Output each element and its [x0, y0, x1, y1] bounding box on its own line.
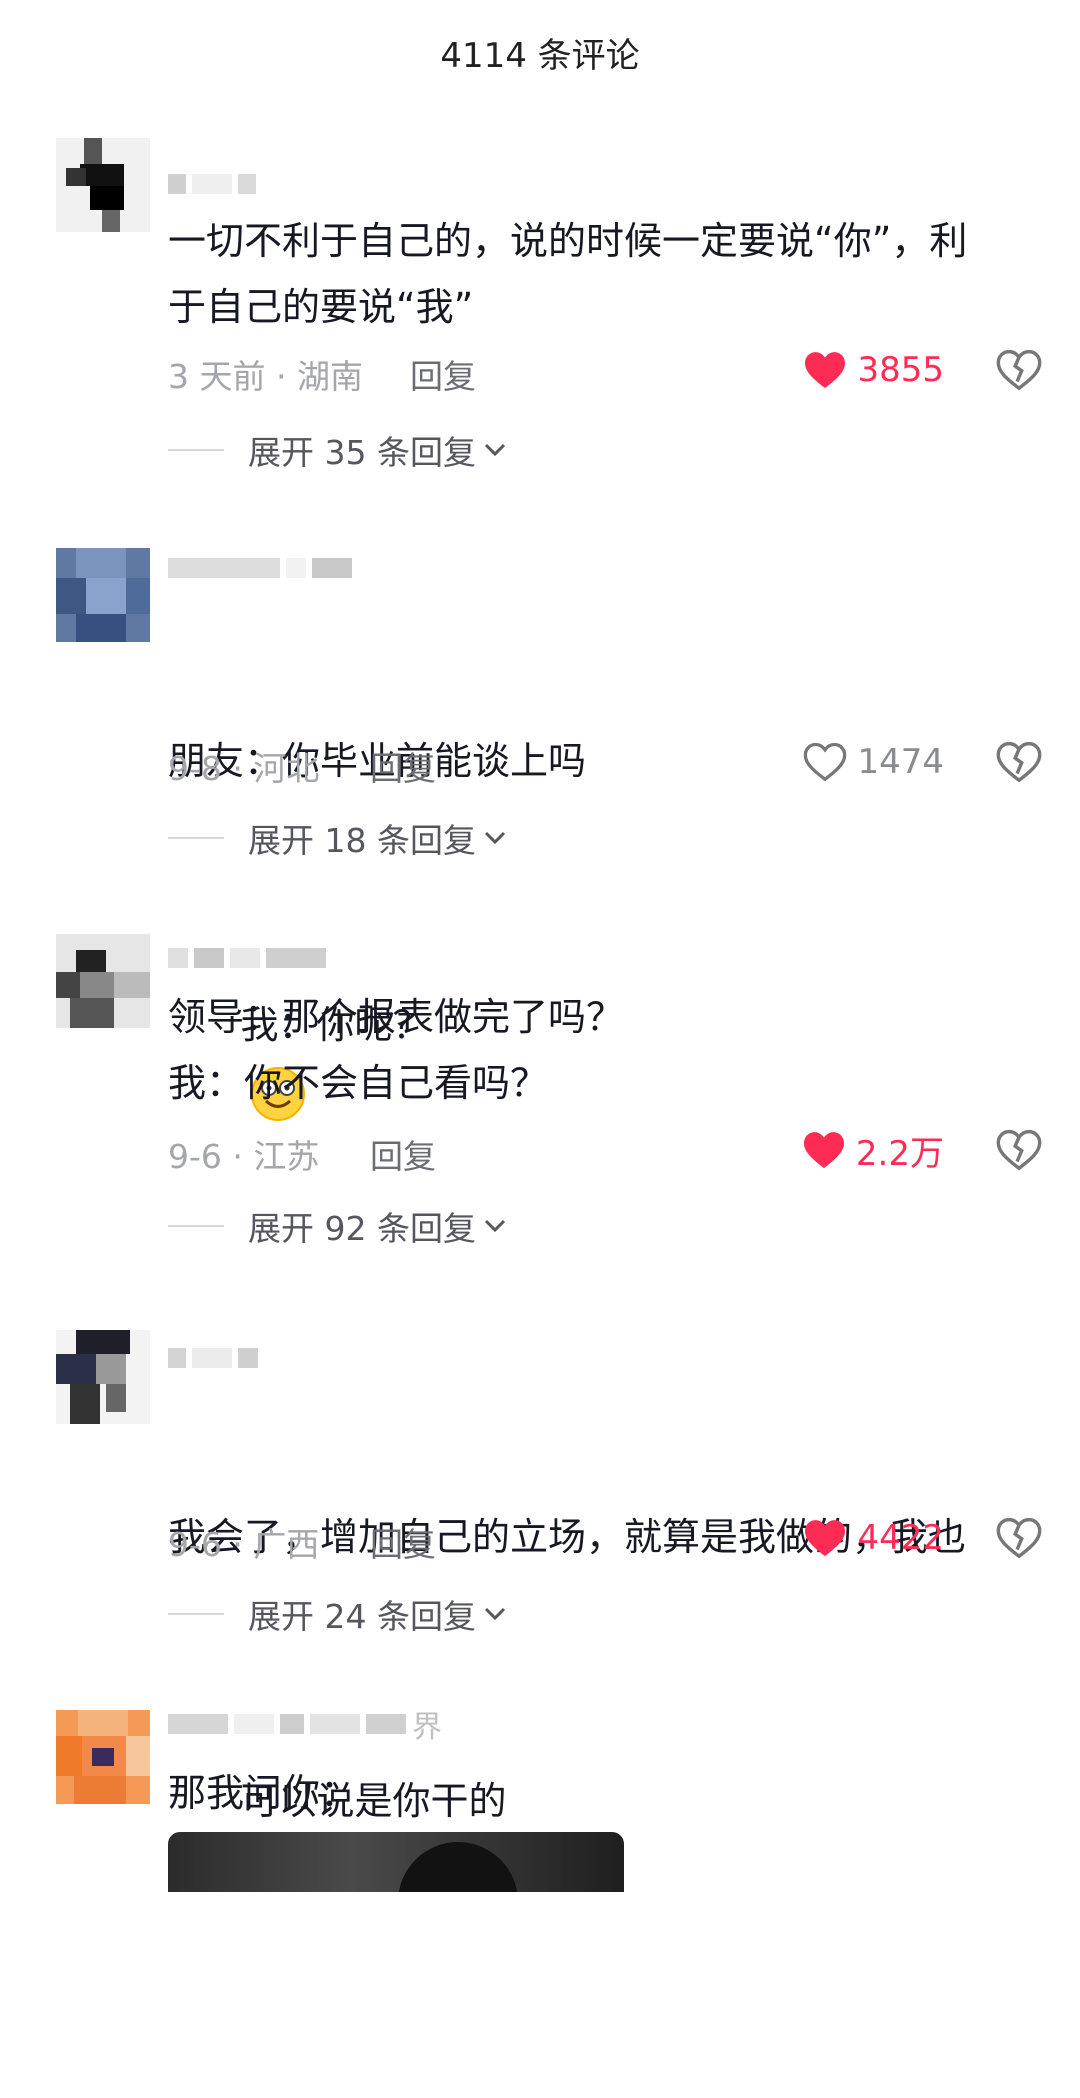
- avatar[interactable]: [56, 1330, 150, 1424]
- heart-outline-icon: [804, 742, 847, 782]
- username[interactable]: [168, 556, 352, 580]
- chevron-down-icon: [484, 443, 506, 457]
- like-button[interactable]: 4422: [803, 1514, 944, 1562]
- comments-count-title: 4114 条评论: [440, 36, 640, 76]
- reply-button[interactable]: 回复: [410, 350, 476, 398]
- username[interactable]: [168, 946, 326, 970]
- reply-button[interactable]: 回复: [370, 1518, 436, 1566]
- username-visible-part: 界: [412, 1710, 442, 1745]
- username[interactable]: 界: [168, 1710, 442, 1745]
- like-count: 1474: [857, 742, 944, 782]
- expand-replies-button[interactable]: 展开 92 条回复: [168, 1204, 506, 1248]
- heart-filled-icon: [805, 352, 846, 389]
- chevron-down-icon: [484, 831, 506, 845]
- chevron-down-icon: [484, 1607, 506, 1621]
- like-count: 3855: [857, 350, 944, 390]
- like-count: 4422: [857, 1518, 944, 1558]
- dislike-broken-heart-icon[interactable]: [996, 740, 1042, 784]
- heart-filled-icon: [803, 1132, 844, 1169]
- avatar[interactable]: [56, 138, 150, 232]
- reply-button[interactable]: 回复: [370, 1130, 436, 1178]
- avatar[interactable]: [56, 548, 150, 642]
- divider: [168, 837, 224, 839]
- comment-meta: 9-6 · 广西 回复 4422: [168, 1514, 1048, 1564]
- expand-replies-label: 展开 92 条回复: [248, 1209, 476, 1248]
- comment-text: 一切不利于自己的，说的时候一定要说“你”，利 于自己的要说“我”: [168, 219, 968, 329]
- comment-meta: 9-6 · 江苏 回复 2.2万: [168, 1126, 1048, 1176]
- expand-replies-button[interactable]: 展开 24 条回复: [168, 1592, 506, 1636]
- chevron-down-icon: [484, 1219, 506, 1233]
- avatar[interactable]: [56, 934, 150, 1028]
- expand-replies-button[interactable]: 展开 18 条回复: [168, 816, 506, 860]
- comment-time-location: 9-8 · 河北: [168, 749, 320, 788]
- comment-time-location: 9-6 · 江苏: [168, 1137, 320, 1176]
- username[interactable]: [168, 1346, 258, 1370]
- dislike-broken-heart-icon[interactable]: [996, 1128, 1042, 1172]
- comment-text: 领导：那个报表做完了吗？ 我：你不会自己看吗？: [168, 995, 625, 1105]
- comment-time-location: 3 天前 · 湖南: [168, 357, 363, 396]
- comment-meta: 9-8 · 河北 回复 1474: [168, 738, 1048, 788]
- divider: [168, 1225, 224, 1227]
- username[interactable]: [168, 172, 256, 196]
- divider: [168, 449, 224, 451]
- like-button[interactable]: 1474: [803, 738, 944, 786]
- dislike-broken-heart-icon[interactable]: [996, 1516, 1042, 1560]
- like-button[interactable]: 3855: [803, 346, 944, 394]
- avatar[interactable]: [56, 1710, 150, 1804]
- dislike-broken-heart-icon[interactable]: [996, 348, 1042, 392]
- expand-replies-label: 展开 18 条回复: [248, 821, 476, 860]
- expand-replies-label: 展开 24 条回复: [248, 1597, 476, 1636]
- comment-meta: 3 天前 · 湖南 回复 3855: [168, 346, 1048, 396]
- comment-image[interactable]: [168, 1832, 624, 1892]
- divider: [168, 1613, 224, 1615]
- reply-button[interactable]: 回复: [370, 742, 436, 790]
- expand-replies-label: 展开 35 条回复: [248, 433, 476, 472]
- comment-time-location: 9-6 · 广西: [168, 1525, 320, 1564]
- image-subject-shape: [398, 1842, 518, 1892]
- expand-replies-button[interactable]: 展开 35 条回复: [168, 428, 506, 472]
- heart-filled-icon: [805, 1520, 846, 1557]
- comment-text: 那我问你：: [168, 1771, 359, 1815]
- like-count: 2.2万: [855, 1133, 944, 1174]
- like-button[interactable]: 2.2万: [802, 1126, 944, 1174]
